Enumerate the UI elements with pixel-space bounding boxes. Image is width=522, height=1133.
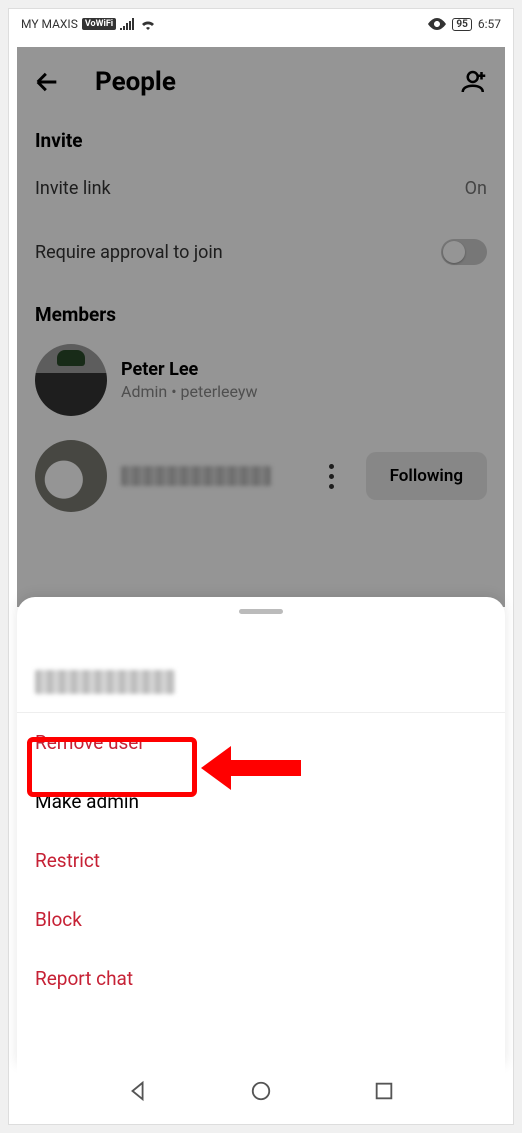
- wifi-icon: [140, 18, 156, 30]
- bottom-sheet: Remove user Make admin Restrict Block Re…: [17, 597, 505, 1066]
- modal-backdrop[interactable]: [17, 47, 505, 607]
- nav-back-icon[interactable]: [127, 1080, 149, 1102]
- eye-icon: [428, 18, 446, 30]
- restrict-item[interactable]: Restrict: [17, 831, 505, 890]
- redacted-username: [35, 670, 175, 694]
- signal-icon: [120, 18, 136, 30]
- battery-indicator: 95: [452, 18, 471, 31]
- clock-label: 6:57: [478, 17, 501, 31]
- block-item[interactable]: Block: [17, 890, 505, 949]
- android-nav-bar: [17, 1066, 505, 1116]
- make-admin-item[interactable]: Make admin: [17, 772, 505, 831]
- report-chat-item[interactable]: Report chat: [17, 949, 505, 1008]
- vowifi-badge: VoWiFi: [82, 18, 116, 30]
- sheet-username: [35, 670, 487, 694]
- status-bar: MY MAXIS VoWiFi 95 6:57: [9, 9, 513, 39]
- remove-user-item[interactable]: Remove user: [17, 713, 505, 772]
- sheet-handle[interactable]: [239, 609, 283, 614]
- nav-recent-icon[interactable]: [373, 1080, 395, 1102]
- carrier-label: MY MAXIS: [21, 17, 78, 31]
- nav-home-icon[interactable]: [250, 1080, 272, 1102]
